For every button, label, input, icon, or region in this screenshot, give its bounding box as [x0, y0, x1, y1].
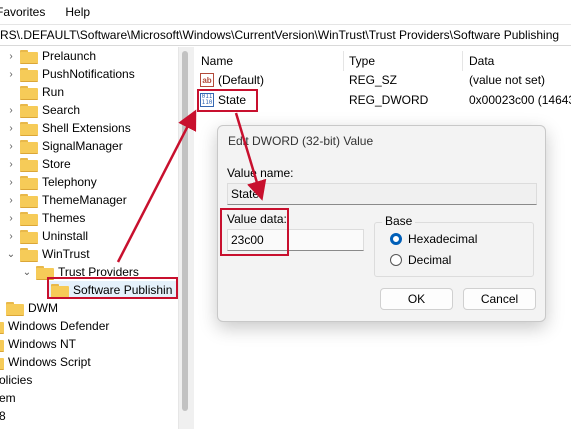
menu-help[interactable]: Help — [65, 5, 90, 19]
folder-icon — [20, 139, 38, 154]
folder-icon — [36, 265, 54, 280]
tree-node[interactable]: Windows Defender — [0, 317, 109, 335]
value-name: (Default) — [218, 73, 265, 87]
base-label: Base — [382, 214, 416, 228]
value-data-label: Value data: — [227, 212, 287, 226]
radio-selected-icon — [390, 233, 402, 245]
chevron-right-icon[interactable]: › — [6, 213, 16, 224]
tree-node[interactable]: Windows NT — [0, 335, 76, 353]
value-data-input[interactable]: 23c00 — [227, 229, 364, 251]
tree-node[interactable]: › Shell Extensions — [6, 119, 131, 137]
folder-icon — [51, 283, 69, 298]
tree-node[interactable]: › Themes — [6, 209, 85, 227]
folder-icon — [20, 247, 38, 262]
menu-favorites[interactable]: Favorites — [0, 5, 45, 19]
folder-icon — [20, 103, 38, 118]
tree-node[interactable]: › ThemeManager — [6, 191, 127, 209]
tree-node[interactable]: › Prelaunch — [6, 47, 96, 65]
chevron-right-icon[interactable]: › — [6, 51, 16, 62]
cancel-button[interactable]: Cancel — [463, 288, 536, 310]
value-type: REG_DWORD — [349, 93, 429, 107]
folder-icon — [20, 229, 38, 244]
tree-node[interactable]: em — [0, 389, 16, 407]
hexadecimal-radio[interactable]: Hexadecimal — [390, 232, 477, 246]
chevron-right-icon[interactable]: › — [6, 177, 16, 188]
folder-icon — [0, 320, 4, 334]
folder-icon — [20, 85, 38, 100]
chevron-right-icon[interactable]: › — [6, 231, 16, 242]
tree-node[interactable]: Run — [6, 83, 64, 101]
column-divider[interactable] — [462, 51, 463, 71]
scrollbar-thumb[interactable] — [182, 51, 188, 411]
edit-dword-dialog: Edit DWORD (32-bit) Value Value name: St… — [217, 125, 546, 322]
folder-icon — [20, 211, 38, 226]
tree-node[interactable]: › PushNotifications — [6, 65, 135, 83]
column-header-type[interactable]: Type — [349, 51, 375, 71]
folder-icon — [20, 121, 38, 136]
tree-node[interactable]: › Search — [6, 101, 80, 119]
tree-node[interactable]: 8 — [0, 407, 6, 425]
chevron-right-icon[interactable]: › — [6, 105, 16, 116]
column-divider[interactable] — [343, 51, 344, 71]
tree-node[interactable]: olicies — [0, 371, 32, 389]
value-data: (value not set) — [469, 73, 546, 87]
base-group — [374, 222, 534, 277]
tree-node[interactable]: Windows Script — [0, 353, 91, 371]
table-row[interactable]: 011 110 State REG_DWORD 0x00023c00 (1464… — [200, 90, 571, 110]
value-data: 0x00023c00 (146432 — [469, 93, 571, 107]
tree-node[interactable]: › SignalManager — [6, 137, 123, 155]
value-name-field[interactable]: State — [227, 183, 537, 205]
folder-icon — [20, 157, 38, 172]
value-name-label: Value name: — [227, 166, 294, 180]
folder-icon — [6, 301, 24, 316]
decimal-radio[interactable]: Decimal — [390, 253, 451, 267]
string-value-icon: ab — [200, 73, 214, 87]
folder-icon — [20, 193, 38, 208]
folder-icon — [0, 338, 4, 352]
tree-node-trust-providers[interactable]: ⌄ Trust Providers — [22, 263, 139, 281]
ok-button[interactable]: OK — [380, 288, 453, 310]
registry-tree: › Prelaunch › PushNotifications Run › Searc… — [0, 47, 190, 429]
chevron-right-icon[interactable]: › — [6, 195, 16, 206]
chevron-right-icon[interactable]: › — [6, 159, 16, 170]
tree-node[interactable]: DWM — [0, 299, 58, 317]
tree-node[interactable]: › Store — [6, 155, 71, 173]
menu-bar: Favorites Help — [0, 0, 571, 24]
table-row[interactable]: ab (Default) REG_SZ (value not set) — [200, 70, 571, 90]
chevron-right-icon[interactable]: › — [6, 123, 16, 134]
folder-icon — [20, 67, 38, 82]
address-bar[interactable]: ERS\.DEFAULT\Software\Microsoft\Windows\… — [0, 24, 571, 46]
chevron-down-icon[interactable]: ⌄ — [6, 249, 16, 260]
tree-node-wintrust[interactable]: ⌄ WinTrust — [6, 245, 90, 263]
column-header-data[interactable]: Data — [469, 51, 494, 71]
folder-icon — [20, 175, 38, 190]
value-type: REG_SZ — [349, 73, 398, 87]
tree-node-software-publishing[interactable]: Software Publishin — [47, 281, 178, 299]
dialog-title: Edit DWORD (32-bit) Value — [228, 134, 374, 148]
folder-icon — [20, 49, 38, 64]
tree-node[interactable]: › Uninstall — [6, 227, 88, 245]
tree-scrollbar[interactable] — [178, 47, 190, 429]
binary-value-icon: 011 110 — [200, 93, 214, 107]
tree-node[interactable]: › Telephony — [6, 173, 97, 191]
column-header-name[interactable]: Name — [201, 51, 233, 71]
chevron-right-icon[interactable]: › — [6, 69, 16, 80]
value-name: State — [218, 93, 247, 107]
chevron-down-icon[interactable]: ⌄ — [22, 267, 32, 278]
radio-unselected-icon — [390, 254, 402, 266]
chevron-right-icon[interactable]: › — [6, 141, 16, 152]
folder-icon — [0, 356, 4, 370]
address-path: ERS\.DEFAULT\Software\Microsoft\Windows\… — [0, 28, 560, 42]
